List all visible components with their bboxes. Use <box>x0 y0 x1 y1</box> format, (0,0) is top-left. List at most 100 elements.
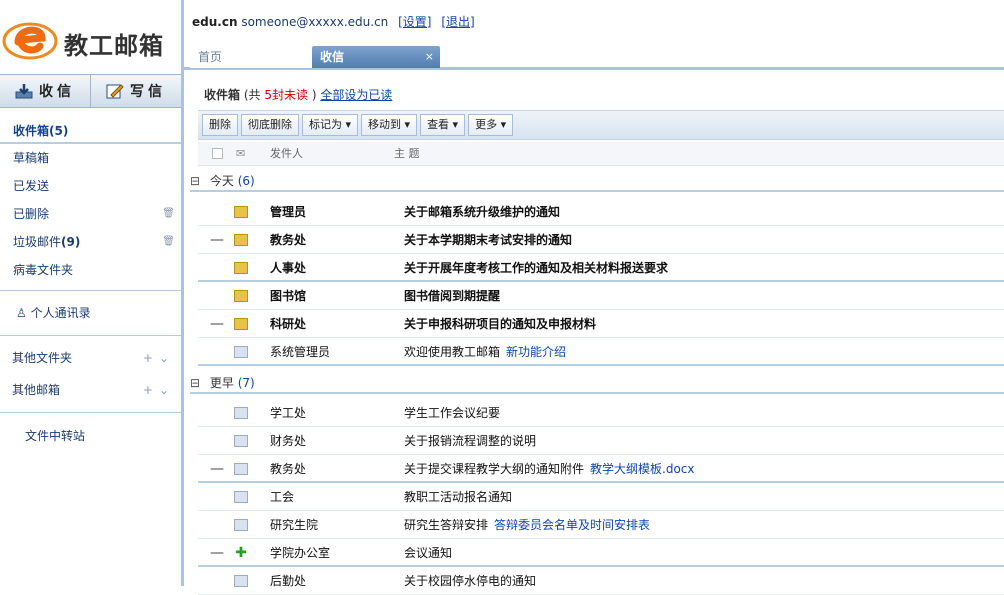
row-checkbox[interactable]: — <box>210 227 224 254</box>
message-sender[interactable]: 人事处 <box>270 255 390 282</box>
message-sender[interactable]: 学院办公室 <box>270 540 390 567</box>
plus-icon[interactable]: + <box>143 383 159 397</box>
sidebar-item-contacts[interactable]: ♙ 个人通讯录 <box>0 297 181 329</box>
sidebar-item-other-mailboxes[interactable]: 其他邮箱 +⌄ <box>0 374 181 406</box>
table-row[interactable]: — 科研处 关于申报科研项目的通知及申报材料 <box>198 311 1004 338</box>
plus-icon[interactable]: + <box>143 351 159 365</box>
empty-trash-icon[interactable]: 🗑 <box>162 200 175 228</box>
folder-count: (9) <box>61 235 81 249</box>
message-subject[interactable]: 关于开展年度考核工作的通知及相关材料报送要求 <box>404 255 964 282</box>
message-subject[interactable]: 关于提交课程教学大纲的通知附件 教学大纲模板.docx <box>404 456 964 483</box>
message-subject[interactable]: 关于报销流程调整的说明 <box>404 428 964 455</box>
close-icon[interactable]: × <box>425 46 434 68</box>
sidebar-item-deleted[interactable]: 已删除 🗑 <box>0 200 181 228</box>
person-icon: ♙ <box>16 306 27 320</box>
message-sender[interactable]: 科研处 <box>270 311 390 338</box>
folder-controls[interactable]: +⌄ <box>143 342 175 374</box>
table-row[interactable]: — 教务处 关于提交课程教学大纲的通知附件 教学大纲模板.docx <box>198 456 1004 483</box>
table-row[interactable]: 人事处 关于开展年度考核工作的通知及相关材料报送要求 <box>198 255 1004 282</box>
mark-as-dropdown[interactable]: 标记为 ▾ <box>302 114 359 136</box>
message-subject[interactable]: 关于本学期期末考试安排的通知 <box>404 227 964 254</box>
table-row[interactable]: 后勤处 关于校园停水停电的通知 <box>198 568 1004 595</box>
message-sender[interactable]: 管理员 <box>270 199 390 226</box>
message-sender[interactable]: 工会 <box>270 484 390 511</box>
table-row[interactable]: 系统管理员 欢迎使用教工邮箱 新功能介绍 <box>198 339 1004 366</box>
table-row[interactable]: 学工处 学生工作会议纪要 <box>198 400 1004 427</box>
tab-bar: 首页 收信 × <box>184 44 1004 70</box>
logout-link[interactable]: [退出] <box>441 15 474 29</box>
sidebar-item-file-transfer[interactable]: 文件中转站 <box>0 419 181 453</box>
table-row[interactable]: 图书馆 图书借阅到期提醒 <box>198 283 1004 310</box>
logo-text: 教工邮箱 <box>64 32 164 60</box>
collapse-icon[interactable]: ⊟ <box>190 174 200 188</box>
sidebar-item-spam[interactable]: 垃圾邮件(9) 🗑 <box>0 228 181 256</box>
message-sender[interactable]: 学工处 <box>270 400 390 427</box>
empty-spam-icon[interactable]: 🗑 <box>162 228 175 256</box>
sidebar-item-drafts[interactable]: 草稿箱 <box>0 144 181 172</box>
select-all-checkbox[interactable] <box>212 148 223 159</box>
message-sender[interactable]: 研究生院 <box>270 512 390 539</box>
sidebar-item-inbox[interactable]: 收件箱(5) <box>0 118 181 144</box>
compose-button[interactable]: 写信 <box>91 75 181 107</box>
more-dropdown[interactable]: 更多 ▾ <box>468 114 514 136</box>
table-row[interactable]: — 教务处 关于本学期期末考试安排的通知 <box>198 227 1004 254</box>
mark-all-read-link[interactable]: 全部设为已读 <box>320 88 392 102</box>
sidebar-item-virus[interactable]: 病毒文件夹 <box>0 256 181 284</box>
collapse-icon[interactable]: ⊟ <box>190 376 200 390</box>
message-subject[interactable]: 研究生答辩安排 答辩委员会名单及时间安排表 <box>404 512 964 539</box>
group-today[interactable]: ⊟ 今天 (6) <box>190 170 1004 192</box>
subject-column[interactable]: 主 题 <box>394 142 420 166</box>
folder-label: 已删除 <box>13 207 50 221</box>
tab-inbox[interactable]: 收信 × <box>312 46 440 68</box>
message-sender[interactable]: 财务处 <box>270 428 390 455</box>
table-row[interactable]: 研究生院 研究生答辩安排 答辩委员会名单及时间安排表 <box>198 512 1004 539</box>
message-sender[interactable]: 系统管理员 <box>270 339 390 366</box>
row-checkbox[interactable]: — <box>210 540 224 567</box>
table-row[interactable]: — ✚ 学院办公室 会议通知 <box>198 540 1004 567</box>
permanent-delete-button[interactable]: 彻底删除 <box>241 114 299 136</box>
message-sender[interactable]: 后勤处 <box>270 568 390 595</box>
row-checkbox[interactable]: — <box>210 311 224 338</box>
download-icon <box>15 84 33 99</box>
group-earlier[interactable]: ⊟ 更早 (7) <box>190 372 1004 394</box>
message-sender[interactable]: 教务处 <box>270 227 390 254</box>
message-subject[interactable]: 教职工活动报名通知 <box>404 484 964 511</box>
envelope-column-icon[interactable]: ✉ <box>236 142 245 166</box>
message-subject[interactable]: 关于校园停水停电的通知 <box>404 568 964 595</box>
envelope-unread-icon <box>234 318 248 330</box>
message-subject[interactable]: 关于邮箱系统升级维护的通知 <box>404 199 964 226</box>
table-row[interactable]: 工会 教职工活动报名通知 <box>198 484 1004 511</box>
delete-button[interactable]: 删除 <box>202 114 238 136</box>
view-dropdown[interactable]: 查看 ▾ <box>420 114 466 136</box>
tab-home[interactable]: 首页 <box>190 46 314 68</box>
table-row[interactable]: 财务处 关于报销流程调整的说明 <box>198 428 1004 455</box>
move-to-dropdown[interactable]: 移动到 ▾ <box>361 114 418 136</box>
row-checkbox[interactable]: — <box>210 456 224 483</box>
message-subject[interactable]: 会议通知 <box>404 540 964 567</box>
table-row[interactable]: 管理员 关于邮箱系统升级维护的通知 <box>198 199 1004 226</box>
sender-column[interactable]: 发件人 <box>270 142 303 166</box>
compose-label: 写信 <box>130 84 166 100</box>
receive-button[interactable]: 收信 <box>0 75 91 107</box>
message-subject[interactable]: 欢迎使用教工邮箱 新功能介绍 <box>404 339 964 366</box>
sidebar: 教工邮箱 收信 写信 收件箱(5) 草稿箱 已发送 已删除 🗑 垃圾邮件(9) … <box>0 0 184 586</box>
chevron-down-icon[interactable]: ⌄ <box>159 351 175 365</box>
compose-icon <box>106 84 124 99</box>
sidebar-item-other-folders[interactable]: 其他文件夹 +⌄ <box>0 342 181 374</box>
message-subject[interactable]: 关于申报科研项目的通知及申报材料 <box>404 311 964 338</box>
tab-label: 首页 <box>198 50 223 64</box>
settings-link[interactable]: [设置] <box>398 15 431 29</box>
folder-count: (5) <box>49 124 69 138</box>
sidebar-item-sent[interactable]: 已发送 <box>0 172 181 200</box>
chevron-down-icon[interactable]: ⌄ <box>159 383 175 397</box>
envelope-read-icon <box>234 435 248 447</box>
message-sender[interactable]: 教务处 <box>270 456 390 483</box>
message-subject[interactable]: 图书借阅到期提醒 <box>404 283 964 310</box>
folder-label: 已发送 <box>13 179 50 193</box>
envelope-read-icon <box>234 519 248 531</box>
message-sender[interactable]: 图书馆 <box>270 283 390 310</box>
mailbox-controls[interactable]: +⌄ <box>143 374 175 406</box>
envelope-read-icon <box>234 463 248 475</box>
subject-text: 图书借阅到期提醒 <box>404 289 501 303</box>
message-subject[interactable]: 学生工作会议纪要 <box>404 400 964 427</box>
